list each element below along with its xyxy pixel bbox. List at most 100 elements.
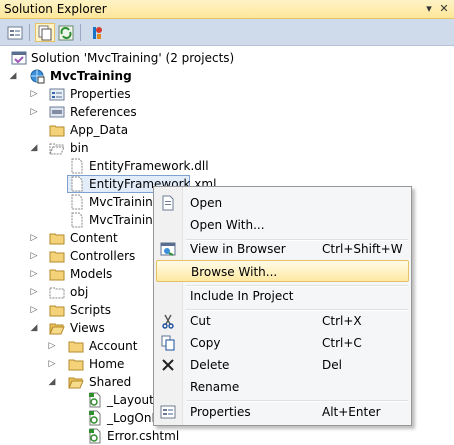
tree-label: App_Data: [70, 123, 129, 137]
menu-item-label: Include In Project: [190, 289, 294, 303]
cshtml-file-icon: [89, 392, 101, 408]
menu-item-rename[interactable]: Rename: [156, 376, 409, 398]
menu-item-shortcut: Ctrl+X: [322, 314, 362, 328]
refresh-button[interactable]: [56, 23, 76, 42]
solution-label: Solution 'MvcTraining' (2 projects): [31, 51, 235, 65]
folder-outline-icon: [49, 287, 65, 299]
tree-label: Shared: [89, 375, 132, 389]
folder-icon: [49, 233, 65, 245]
menu-item-open-with[interactable]: Open With...: [156, 214, 409, 236]
toolbar-separator: [80, 24, 81, 41]
toolbar-separator: [29, 24, 30, 41]
tree-label: _LogOnP: [107, 411, 159, 425]
tree-label: Account: [89, 339, 138, 353]
tree-label: MvcTraining: [89, 213, 161, 227]
menu-item-shortcut: Ctrl+Shift+W: [322, 242, 403, 256]
menu-item-properties[interactable]: Properties Alt+Enter: [156, 401, 409, 423]
tree-label: Controllers: [70, 249, 136, 263]
view-class-diagram-icon: [93, 26, 102, 39]
copy-icon: [161, 335, 175, 351]
folder-icon: [68, 359, 84, 371]
properties-button[interactable]: [5, 23, 25, 42]
menu-item-shortcut: Alt+Enter: [322, 405, 381, 419]
solution-icon: [11, 51, 27, 65]
tree-label: obj: [70, 285, 89, 299]
menu-item-copy[interactable]: Copy Ctrl+C: [156, 332, 409, 354]
menu-item-label: Properties: [190, 405, 251, 419]
tree-label: EntityFramework.dll: [89, 159, 209, 173]
menu-item-label: Copy: [190, 336, 221, 350]
expand-arrow-icon[interactable]: ▷: [29, 88, 39, 100]
menu-item-label: Rename: [190, 380, 240, 394]
menu-item-view-in-browser[interactable]: View in Browser Ctrl+Shift+W: [156, 238, 409, 260]
file-outline-icon: [71, 212, 83, 228]
window-position-dropdown-icon[interactable]: ▾: [422, 1, 436, 17]
close-icon[interactable]: ✕: [437, 1, 451, 17]
properties-icon: [160, 405, 176, 419]
folder-icon: [49, 305, 65, 317]
tree-label: References: [70, 105, 137, 119]
folder-icon: [68, 341, 84, 353]
file-outline-icon: [71, 158, 83, 174]
expand-arrow-icon[interactable]: ▷: [29, 286, 39, 298]
expand-arrow-icon[interactable]: ▷: [29, 268, 39, 280]
collapse-arrow-icon[interactable]: ◢: [47, 376, 57, 388]
tree-label: Content: [70, 231, 118, 245]
tree-label: bin: [70, 141, 89, 155]
menu-item-label: Open: [190, 196, 223, 210]
panel-titlebar: Solution Explorer ▾ ✕: [0, 0, 454, 19]
menu-item-label: Open With...: [190, 218, 265, 232]
file-outline-icon: [71, 194, 83, 210]
folder-icon: [49, 251, 65, 263]
solution-explorer-toolbar: [0, 19, 454, 46]
tree-row-app-data[interactable]: App_Data: [0, 121, 454, 139]
tree-label: MvcTraining: [89, 195, 161, 209]
menu-item-delete[interactable]: Delete Del: [156, 354, 409, 376]
show-all-files-button[interactable]: [35, 23, 55, 42]
menu-item-label: View in Browser: [190, 242, 286, 256]
properties-folder-icon: [49, 88, 65, 101]
tree-row-bin[interactable]: ◢ bin: [0, 139, 454, 157]
expand-arrow-icon[interactable]: ▷: [29, 232, 39, 244]
tree-row-project[interactable]: ◢ MvcTraining: [0, 67, 454, 85]
expand-arrow-icon[interactable]: ▷: [47, 340, 57, 352]
tree-label: Error.cshtml: [107, 429, 180, 443]
menu-item-label: Delete: [190, 358, 230, 372]
menu-item-browse-with[interactable]: Browse With...: [156, 260, 409, 282]
menu-item-cut[interactable]: Cut Ctrl+X: [156, 310, 409, 332]
collapse-arrow-icon[interactable]: ◢: [8, 70, 18, 82]
menu-item-label: Cut: [190, 314, 211, 328]
expand-arrow-icon[interactable]: ▷: [29, 250, 39, 262]
web-project-icon: [30, 69, 45, 84]
tree-label: Properties: [70, 87, 131, 101]
tree-row-ef-dll[interactable]: EntityFramework.dll: [0, 157, 454, 175]
menu-item-include-in-project[interactable]: Include In Project: [156, 285, 409, 307]
tree-row-error[interactable]: Error.cshtml: [0, 427, 454, 445]
expand-arrow-icon[interactable]: ▷: [29, 106, 39, 118]
panel-title: Solution Explorer: [4, 2, 107, 16]
menu-item-open[interactable]: Open: [156, 192, 409, 214]
delete-x-icon: [162, 359, 174, 371]
tree-label: Home: [89, 357, 125, 371]
tree-row-references[interactable]: ▷ References: [0, 103, 454, 121]
menu-item-shortcut: Ctrl+C: [322, 336, 362, 350]
show-all-files-icon: [38, 25, 52, 40]
cshtml-file-icon: [89, 410, 101, 426]
expand-arrow-icon[interactable]: ▷: [29, 304, 39, 316]
refresh-icon: [58, 25, 74, 40]
tree-label: Scripts: [70, 303, 112, 317]
project-label: MvcTraining: [50, 69, 132, 83]
folder-icon: [49, 125, 65, 137]
tree-row-solution[interactable]: Solution 'MvcTraining' (2 projects): [0, 49, 454, 67]
context-menu: Open Open With... View in Browser Ctrl+S…: [153, 186, 412, 426]
collapse-arrow-icon[interactable]: ◢: [29, 142, 39, 154]
tree-row-properties[interactable]: ▷ Properties: [0, 85, 454, 103]
view-class-diagram-button[interactable]: [86, 23, 106, 42]
tree-label: _Layout.: [107, 393, 158, 407]
open-folder-icon: [49, 323, 65, 335]
menu-item-label: Browse With...: [191, 265, 278, 279]
scissors-icon: [162, 314, 174, 329]
open-folder-icon: [68, 377, 84, 389]
collapse-arrow-icon[interactable]: ◢: [29, 322, 39, 334]
expand-arrow-icon[interactable]: ▷: [47, 358, 57, 370]
